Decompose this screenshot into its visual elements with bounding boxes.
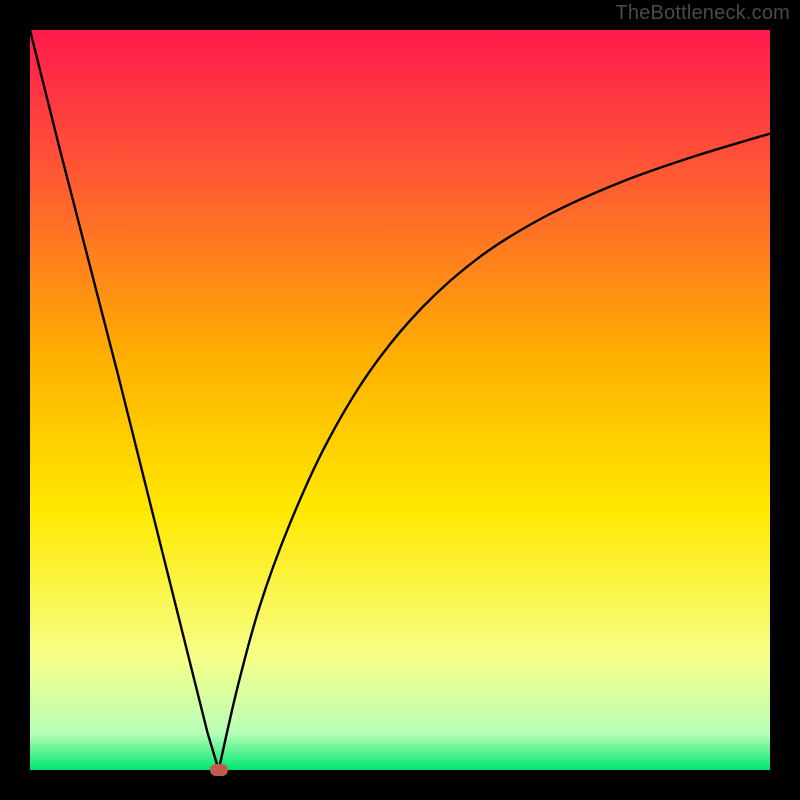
watermark-text: TheBottleneck.com bbox=[615, 2, 790, 25]
chart-svg bbox=[30, 30, 770, 770]
chart-frame: TheBottleneck.com bbox=[0, 0, 800, 800]
plot-area bbox=[30, 30, 770, 770]
gradient-background bbox=[30, 30, 770, 770]
minimum-marker bbox=[210, 764, 228, 776]
